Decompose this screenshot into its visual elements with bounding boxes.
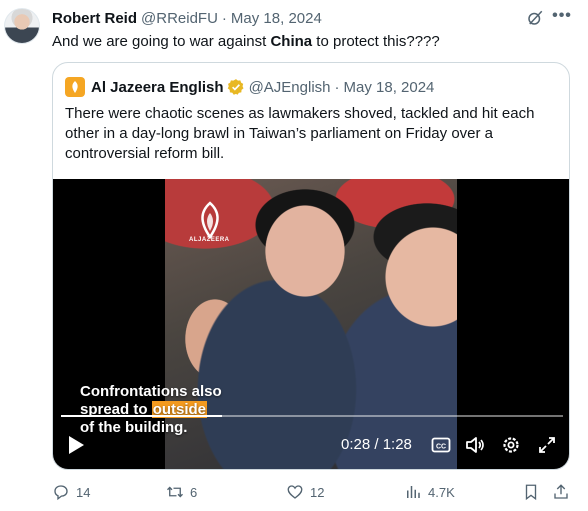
caption-line-3: of the building. (80, 419, 188, 436)
repost-button[interactable]: 6 (166, 482, 197, 502)
repost-count: 6 (190, 484, 198, 500)
share-button[interactable] (552, 482, 576, 502)
verified-icon (227, 79, 244, 95)
watermark-text: ALJAZEERA (189, 237, 230, 243)
grok-icon[interactable] (526, 9, 544, 27)
views-count: 4.7K (428, 484, 455, 500)
play-icon[interactable] (67, 435, 85, 455)
tweet-header: Robert Reid @RReidFU · May 18, 2024 (52, 8, 322, 28)
quoted-author-handle[interactable]: @AJEnglish (249, 79, 331, 96)
repost-icon (167, 486, 183, 498)
separator-dot: · (221, 9, 227, 27)
views-icon (407, 486, 420, 498)
video-player[interactable]: ALJAZEERA Confrontations also spread to … (53, 179, 569, 469)
video-time: 0:28 / 1:28 (341, 436, 412, 453)
tweet-text-bold: China (270, 33, 313, 50)
caption-line-1: Confrontations also (80, 383, 222, 400)
tweet-text-after: to protect this???? (312, 33, 440, 50)
video-progress-track[interactable] (61, 415, 563, 417)
tweet-text-before: And we are going to war against (52, 33, 271, 50)
reply-icon (54, 485, 68, 501)
tweet-date[interactable]: May 18, 2024 (231, 10, 322, 27)
author-name[interactable]: Robert Reid (52, 10, 137, 27)
aljazeera-watermark-icon (201, 201, 219, 240)
reply-button[interactable]: 14 (52, 482, 90, 502)
aljazeera-logo-icon[interactable] (65, 77, 85, 97)
video-caption: Confrontations also spread to outside of… (80, 383, 222, 437)
settings-icon[interactable] (501, 435, 521, 455)
cc-icon[interactable]: CC (431, 435, 451, 455)
like-count: 12 (310, 484, 325, 500)
like-button[interactable]: 12 (286, 482, 324, 502)
quoted-tweet-header: Al Jazeera English @AJEnglish · May 18, … (65, 77, 434, 97)
fullscreen-icon[interactable] (537, 435, 557, 455)
author-handle[interactable]: @RReidFU (141, 10, 218, 27)
cc-label: CC (436, 444, 446, 451)
share-icon (554, 484, 568, 499)
quoted-tweet-text: There were chaotic scenes as lawmakers s… (65, 105, 535, 162)
like-icon (287, 485, 303, 499)
quoted-author-name[interactable]: Al Jazeera English (91, 79, 224, 96)
video-progress-fill (61, 415, 222, 417)
quoted-tweet[interactable]: Al Jazeera English @AJEnglish · May 18, … (52, 62, 570, 470)
author-avatar[interactable] (4, 8, 40, 44)
tweet-actions: 14 6 12 4.7K (52, 482, 572, 502)
quoted-tweet-date[interactable]: May 18, 2024 (344, 79, 435, 96)
volume-icon[interactable] (465, 435, 485, 455)
quoted-separator-dot: · (334, 78, 340, 96)
more-icon[interactable]: ••• (552, 8, 572, 25)
bookmark-button[interactable] (522, 482, 546, 502)
views-button[interactable]: 4.7K (404, 482, 455, 502)
reply-count: 14 (76, 484, 91, 500)
bookmark-icon (525, 484, 537, 501)
tweet-text: And we are going to war against China to… (52, 32, 440, 52)
